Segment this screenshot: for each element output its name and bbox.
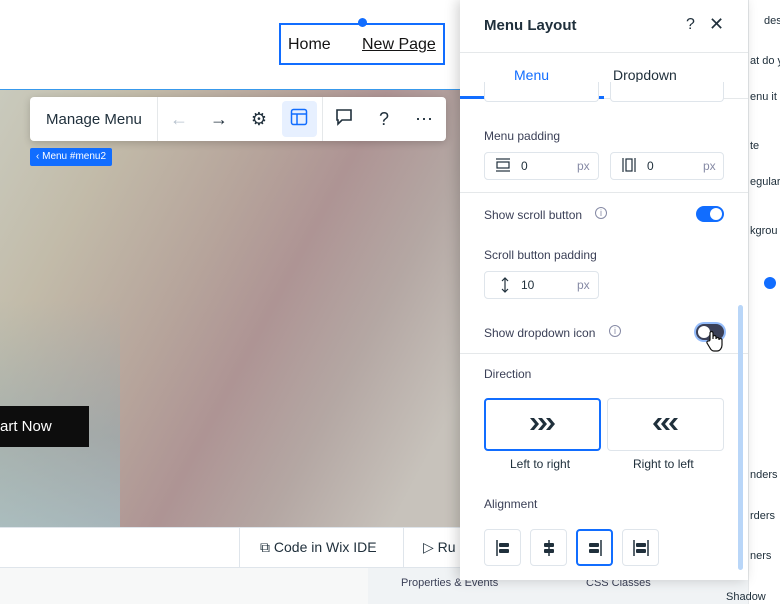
inspector-text: enu it (750, 91, 777, 103)
inspector-text: nders (750, 469, 778, 481)
layout-icon[interactable] (288, 108, 310, 130)
run-label: Ru (437, 539, 456, 555)
scroll-padding-label: Scroll button padding (484, 248, 597, 262)
alignment-label: Alignment (484, 497, 538, 511)
bottom-toolbar (0, 527, 460, 567)
code-area (0, 568, 368, 604)
menu-padding-label: Menu padding (484, 129, 561, 143)
align-center-button[interactable] (530, 529, 567, 566)
section-divider (460, 353, 748, 354)
manage-menu-button[interactable]: Manage Menu (46, 111, 142, 128)
menu-tag[interactable]: ‹ Menu #menu2 (30, 148, 113, 166)
panel-title: Menu Layout (484, 17, 577, 34)
inspector-text: ners (750, 550, 772, 562)
show-dropdown-label: Show dropdown icon (484, 326, 596, 340)
play-icon: ▷ (423, 539, 434, 555)
run-button[interactable]: ▷ Ru (423, 539, 456, 556)
direction-label: Direction (484, 367, 532, 381)
comment-icon[interactable] (333, 108, 355, 130)
menu-padding-horizontal-value: 0 (647, 159, 654, 173)
menu-resize-handle[interactable] (358, 18, 367, 27)
vertical-padding-icon (495, 157, 511, 178)
arrow-right-icon[interactable]: → (208, 108, 230, 130)
info-icon[interactable]: i (595, 207, 607, 219)
arrow-left-icon[interactable]: ← (168, 108, 190, 130)
help-icon[interactable]: ? (686, 16, 695, 34)
gear-icon[interactable]: ⚙ (248, 108, 270, 130)
horizontal-padding-icon (621, 157, 637, 178)
menu-item-new-page[interactable]: New Page (362, 36, 436, 54)
ltr-chevrons-icon (528, 416, 556, 437)
color-swatch[interactable] (764, 277, 776, 289)
align-right-button[interactable] (576, 529, 613, 566)
align-left-icon (495, 540, 509, 556)
unit-label: px (577, 278, 590, 292)
toolbar-divider (157, 97, 158, 141)
code-in-ide-label: Code in Wix IDE (273, 539, 377, 555)
tabs-divider (460, 52, 748, 53)
inspector-text: kgrou (750, 225, 778, 237)
inspector-text: Shadow (726, 591, 766, 603)
align-center-icon (543, 540, 554, 556)
menu-padding-vertical-value: 0 (521, 159, 528, 173)
panel-scrollbar[interactable] (738, 305, 743, 570)
start-now-label: art Now (0, 418, 52, 435)
rtl-chevrons-icon (652, 416, 680, 437)
inspector-text: rders (750, 510, 776, 522)
info-icon[interactable]: i (609, 325, 621, 337)
section-divider (460, 192, 748, 193)
tab-dropdown[interactable]: Dropdown (613, 67, 677, 83)
close-icon[interactable]: ✕ (709, 14, 724, 35)
direction-ltr-label: Left to right (510, 457, 571, 471)
align-right-icon (588, 540, 602, 556)
unit-label: px (703, 159, 716, 173)
direction-rtl-label: Right to left (633, 457, 694, 471)
inspector-text: te (750, 140, 760, 152)
more-icon[interactable]: ⋯ (413, 108, 435, 130)
scrolled-field (610, 82, 724, 102)
align-justify-button[interactable] (622, 529, 659, 566)
external-link-icon: ⧉ (260, 539, 270, 555)
help-icon[interactable]: ? (373, 108, 395, 130)
scroll-padding-value: 10 (521, 278, 535, 292)
align-justify-icon (632, 540, 649, 556)
toggle-knob (710, 208, 722, 220)
inspector-text: des (764, 15, 780, 27)
inspector-text: at do y (750, 55, 780, 67)
align-left-button[interactable] (484, 529, 521, 566)
vertical-arrows-icon (497, 276, 513, 299)
unit-label: px (577, 159, 590, 173)
inspector-text: egular (750, 176, 780, 188)
bottom-divider (403, 527, 404, 567)
menu-item-home[interactable]: Home (288, 36, 331, 54)
scrolled-field (484, 82, 599, 102)
toolbar-divider (322, 97, 323, 141)
show-scroll-label: Show scroll button (484, 208, 583, 222)
bottom-divider (239, 527, 240, 567)
code-in-ide-button[interactable]: ⧉ Code in Wix IDE (260, 539, 377, 556)
tab-menu[interactable]: Menu (514, 67, 549, 83)
start-now-button[interactable]: art Now (0, 406, 89, 447)
